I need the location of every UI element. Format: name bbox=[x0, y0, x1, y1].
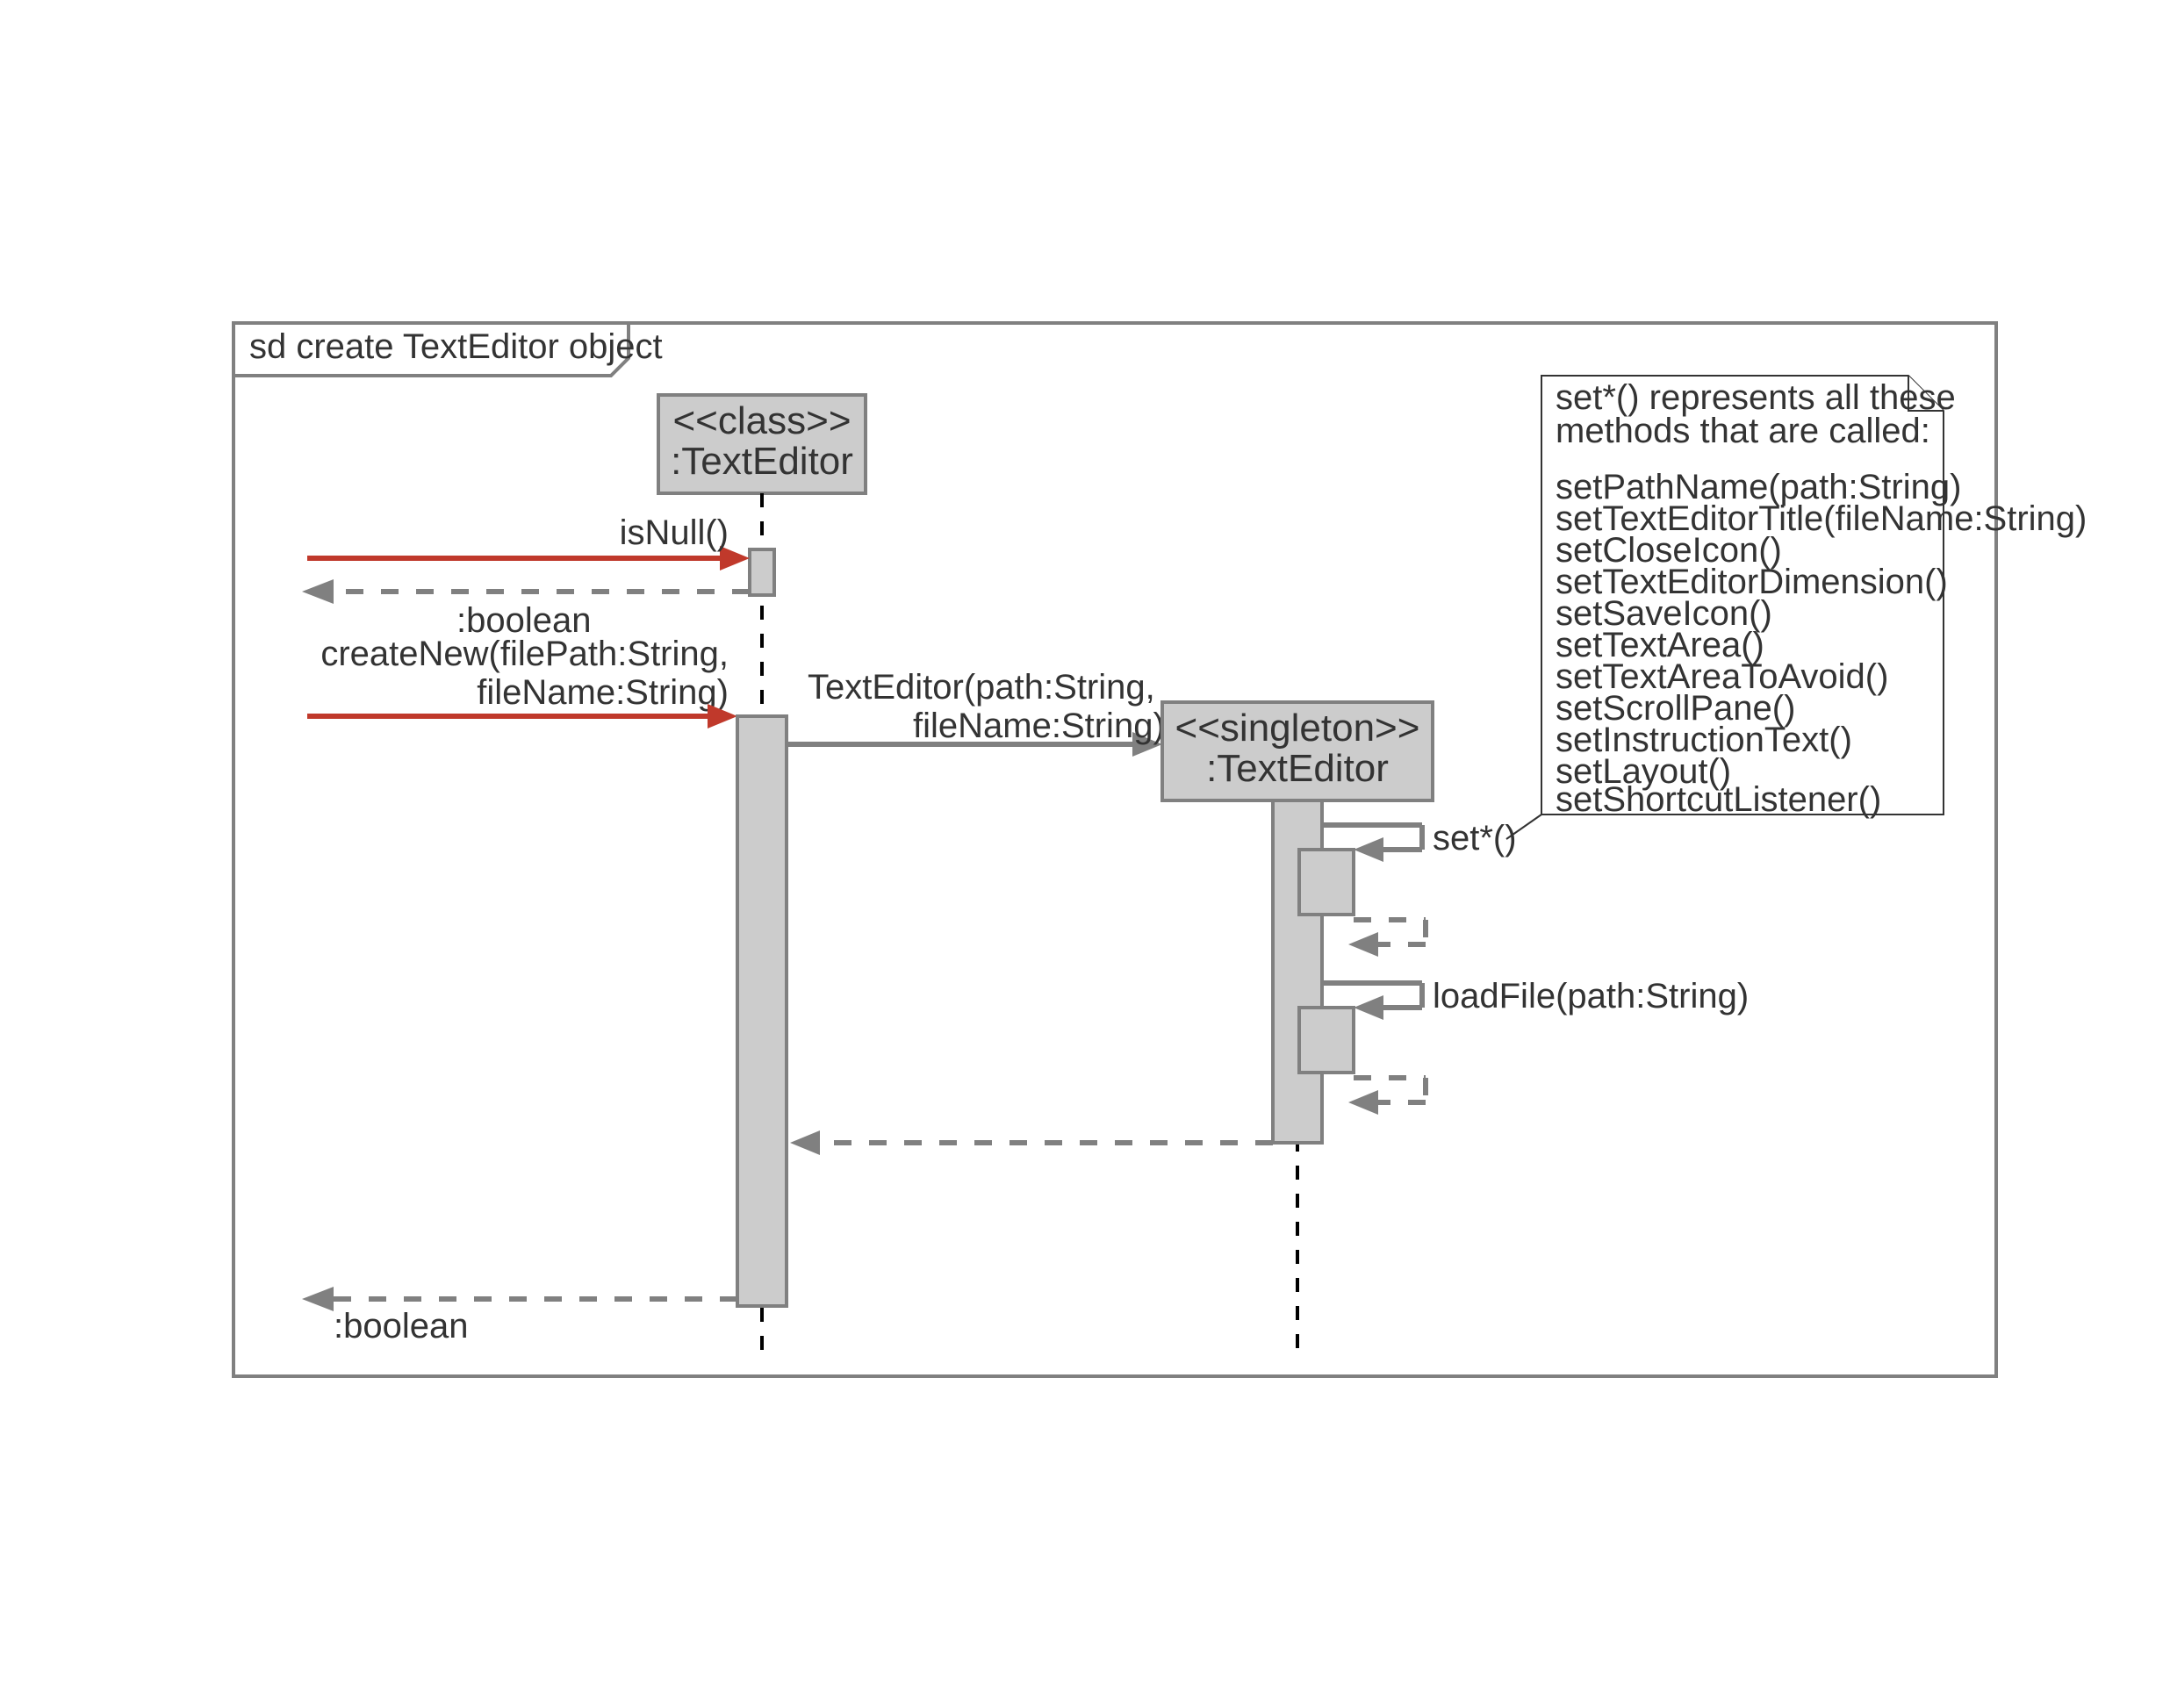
singleton-stereotype: <<singleton>> bbox=[1175, 707, 1420, 750]
label-isnull: isNull() bbox=[620, 513, 729, 552]
loadfile-activation bbox=[1299, 1008, 1354, 1073]
arrow-ret-bool2 bbox=[302, 1287, 334, 1311]
class-name: :TextEditor bbox=[671, 440, 853, 483]
arrow-loadfile-ret bbox=[1348, 1090, 1378, 1115]
arrow-ret-bool1 bbox=[302, 579, 334, 604]
arrow-loadfile bbox=[1354, 995, 1383, 1020]
setstar-activation bbox=[1299, 850, 1354, 915]
note-line-10: setShortcutListener() bbox=[1556, 780, 1881, 819]
label-createnew-2: fileName:String) bbox=[477, 673, 729, 712]
arrow-setstar-ret bbox=[1348, 932, 1378, 957]
label-createnew-1: createNew(filePath:String, bbox=[320, 635, 729, 673]
arrow-construct-ret bbox=[790, 1130, 820, 1155]
label-constructor-2: fileName:String) bbox=[913, 707, 1165, 745]
class-activation-2 bbox=[737, 716, 787, 1306]
note-header2: methods that are called: bbox=[1556, 412, 1930, 450]
label-setstar: set*() bbox=[1433, 819, 1517, 858]
label-ret-bool2: :boolean bbox=[334, 1307, 468, 1346]
label-constructor-1: TextEditor(path:String, bbox=[808, 668, 1155, 707]
arrow-setstar bbox=[1354, 837, 1383, 862]
singleton-name: :TextEditor bbox=[1206, 747, 1389, 790]
class-activation-1 bbox=[750, 549, 774, 595]
class-stereotype: <<class>> bbox=[672, 399, 851, 442]
label-loadfile: loadFile(path:String) bbox=[1433, 977, 1749, 1015]
sequence-diagram: sd create TextEditor object <<class>> :T… bbox=[0, 0, 2170, 1708]
frame-title: sd create TextEditor object bbox=[249, 327, 663, 366]
